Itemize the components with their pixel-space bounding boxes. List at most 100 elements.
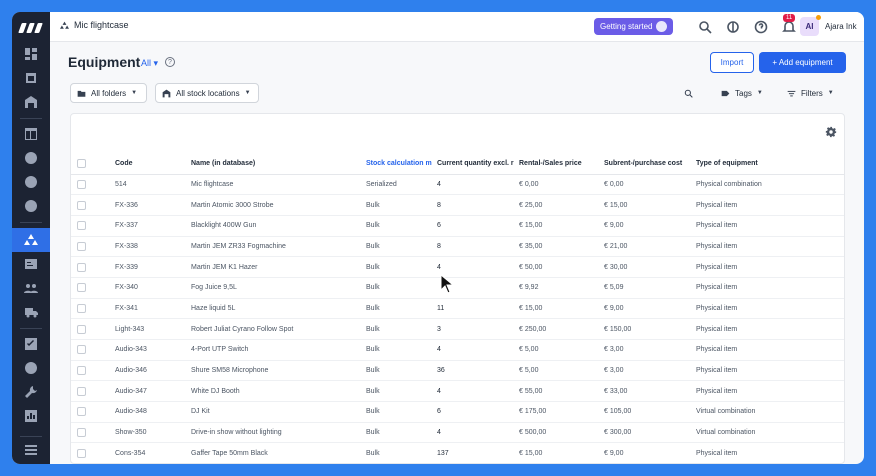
- wrench-icon[interactable]: [23, 384, 39, 400]
- projects-icon[interactable]: [23, 174, 39, 190]
- row-checkbox[interactable]: [71, 318, 115, 340]
- tags-dropdown[interactable]: Tags ▼: [715, 83, 771, 103]
- stock-locations-dropdown[interactable]: All stock locations ▼: [155, 83, 259, 103]
- finance-icon[interactable]: [23, 198, 39, 214]
- column-header-rental-price[interactable]: Rental-/Sales price: [519, 154, 604, 175]
- cell-code: Cons-354: [115, 442, 191, 463]
- table-row[interactable]: FX-340 Fog Juice 9,5L Bulk € 9,92 € 5,09 Phys…: [71, 277, 844, 299]
- cell-stock-calculation: Bulk: [366, 318, 437, 340]
- row-checkbox[interactable]: [71, 401, 115, 423]
- cell-subrent-cost: € 300,00: [604, 422, 696, 444]
- row-checkbox[interactable]: [71, 339, 115, 361]
- table-row[interactable]: Audio-348 DJ Kit Bulk 6 € 175,00 € 105,00 Virt…: [71, 401, 844, 423]
- cell-type: Physical item: [696, 215, 844, 237]
- row-checkbox[interactable]: [71, 277, 115, 299]
- cell-name: Gaffer Tape 50mm Black: [191, 442, 366, 463]
- gear-icon[interactable]: [825, 125, 837, 138]
- chevron-down-icon: ▼: [131, 90, 138, 96]
- mouse-cursor-icon: [440, 274, 454, 294]
- cell-code: Show-350: [115, 422, 191, 444]
- warehouse-icon[interactable]: [23, 94, 39, 110]
- view-filter-dropdown[interactable]: All ▾: [141, 58, 158, 69]
- table-row[interactable]: Audio-347 White DJ Booth Bulk 4 € 55,00 € 33,…: [71, 380, 844, 403]
- cell-code: Light-343: [115, 318, 191, 340]
- vehicle-icon[interactable]: [23, 304, 39, 320]
- help-icon[interactable]: ?: [165, 57, 175, 67]
- cell-rental-price: € 50,00: [519, 256, 604, 278]
- org-name[interactable]: Ajara Ink: [825, 22, 857, 31]
- cell-stock-calculation: Bulk: [366, 256, 437, 278]
- row-checkbox[interactable]: [71, 215, 115, 237]
- search-icon[interactable]: [698, 20, 712, 34]
- table-row[interactable]: Audio-343 4-Port UTP Switch Bulk 4 € 5,00 € 3…: [71, 339, 844, 361]
- column-header-current-quantity[interactable]: Current quantity excl. r: [437, 154, 519, 175]
- cell-subrent-cost: € 5,09: [604, 277, 696, 299]
- cell-subrent-cost: € 3,00: [604, 339, 696, 361]
- avatar[interactable]: AI: [800, 17, 819, 36]
- row-checkbox[interactable]: [71, 298, 115, 320]
- crew-card-icon[interactable]: [23, 256, 39, 272]
- table-row[interactable]: FX-339 Martin JEM K1 Hazer Bulk 4 € 50,00 € 3…: [71, 256, 844, 278]
- column-header-code[interactable]: Code: [115, 154, 191, 175]
- table-row[interactable]: FX-341 Haze liquid 5L Bulk 11 € 15,00 € 9,00 P…: [71, 298, 844, 320]
- row-checkbox[interactable]: [71, 194, 115, 216]
- table-row[interactable]: Cons-354 Gaffer Tape 50mm Black Bulk 137 € 1…: [71, 442, 844, 463]
- crew-icon[interactable]: [23, 280, 39, 296]
- planner-icon[interactable]: [23, 70, 39, 86]
- table-row[interactable]: FX-338 Martin JEM ZR33 Fogmachine Bulk 8 € 3…: [71, 236, 844, 258]
- table-search-button[interactable]: [678, 83, 703, 103]
- menu-icon[interactable]: [23, 442, 39, 458]
- column-header-subrent-cost[interactable]: Subrent-/purchase cost: [604, 154, 696, 175]
- app-logo[interactable]: [18, 20, 43, 36]
- table-icon[interactable]: [23, 126, 39, 142]
- cell-code: FX-340: [115, 277, 191, 299]
- column-header-stock-calculation[interactable]: Stock calculation m: [366, 154, 437, 175]
- contacts-icon[interactable]: [23, 150, 39, 166]
- getting-started-button[interactable]: Getting started: [594, 18, 674, 35]
- table-row[interactable]: Light-343 Robert Juliat Cyrano Follow Spo…: [71, 318, 844, 340]
- table-row[interactable]: FX-337 Blacklight 400W Gun Bulk 6 € 15,00 € 9…: [71, 215, 844, 237]
- cell-rental-price: € 55,00: [519, 380, 604, 403]
- row-checkbox[interactable]: [71, 422, 115, 444]
- filters-dropdown[interactable]: Filters ▼: [781, 83, 843, 103]
- all-folders-dropdown[interactable]: All folders ▼: [70, 83, 147, 103]
- notification-badge: 11: [783, 14, 796, 22]
- help-icon[interactable]: [754, 20, 768, 34]
- table-row[interactable]: FX-336 Martin Atomic 3000 Strobe Bulk 8 € 25…: [71, 194, 844, 216]
- column-header-name[interactable]: Name (in database): [191, 154, 366, 175]
- row-checkbox[interactable]: [71, 256, 115, 278]
- table-row[interactable]: Audio-346 Shure SM58 Microphone Bulk 36 € 5,…: [71, 360, 844, 382]
- row-checkbox[interactable]: [71, 442, 115, 463]
- import-button[interactable]: Import: [710, 52, 754, 73]
- filter-icon: [787, 90, 796, 96]
- getting-started-label: Getting started: [600, 22, 653, 31]
- sidebar: [12, 12, 50, 464]
- breadcrumb-label: Mic flightcase: [74, 20, 129, 30]
- dashboard-icon[interactable]: [23, 46, 39, 62]
- cell-code: Audio-347: [115, 380, 191, 403]
- row-checkbox[interactable]: [71, 236, 115, 258]
- cell-subrent-cost: € 150,00: [604, 318, 696, 340]
- select-all-checkbox[interactable]: [71, 154, 115, 175]
- cell-code: 514: [115, 174, 191, 196]
- sidebar-item-equipment[interactable]: [12, 228, 50, 252]
- theme-icon[interactable]: [726, 20, 740, 34]
- reports-icon[interactable]: [23, 408, 39, 424]
- row-checkbox[interactable]: [71, 380, 115, 403]
- table-header-row: Code Name (in database) Stock calculatio…: [71, 154, 844, 175]
- cell-quantity: 4: [437, 339, 519, 361]
- column-header-type[interactable]: Type of equipment: [696, 154, 844, 175]
- cell-type: Physical item: [696, 360, 844, 382]
- cell-quantity: 4: [437, 174, 519, 196]
- row-checkbox[interactable]: [71, 174, 115, 196]
- notifications-icon[interactable]: [782, 20, 796, 34]
- time-icon[interactable]: [23, 360, 39, 376]
- tasks-icon[interactable]: [23, 336, 39, 352]
- add-equipment-button[interactable]: + Add equipment: [759, 52, 846, 73]
- app-window: Mic flightcase Getting started 11 AI Aja…: [12, 12, 864, 464]
- breadcrumb[interactable]: Mic flightcase: [60, 20, 129, 30]
- table-row[interactable]: Show-350 Drive-in show without lighting Bu…: [71, 422, 844, 444]
- table-row[interactable]: 514 Mic flightcase Serialized 4 € 0,00 € 0,00…: [71, 174, 844, 196]
- cell-code: FX-341: [115, 298, 191, 320]
- row-checkbox[interactable]: [71, 360, 115, 382]
